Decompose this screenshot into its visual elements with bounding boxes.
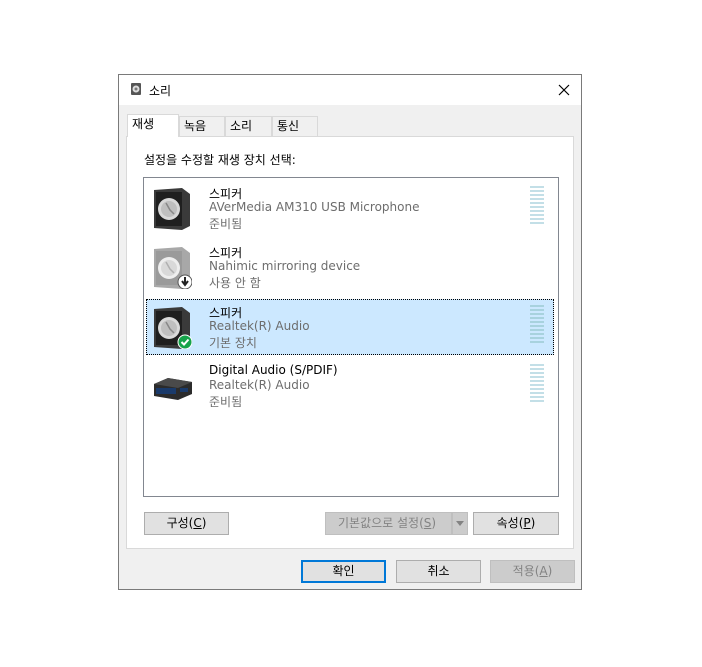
device-item[interactable]: 스피커 Nahimic mirroring device 사용 안 함: [146, 239, 554, 295]
speaker-disabled-icon: [152, 245, 193, 290]
playback-panel: 설정을 수정할 재생 장치 선택: 스피커 AVerMedia AM310 US…: [126, 136, 574, 549]
mnemonic: A: [539, 564, 548, 578]
volume-meter: [530, 186, 544, 226]
speaker-icon: [152, 305, 193, 350]
properties-button[interactable]: 속성(P): [473, 512, 559, 535]
chevron-down-icon: [456, 516, 464, 530]
configure-button[interactable]: 구성(C): [144, 512, 229, 535]
button-label-suffix: ): [431, 516, 437, 530]
device-description: Realtek(R) Audio: [209, 378, 310, 392]
mnemonic: C: [193, 516, 202, 530]
device-description: Realtek(R) Audio: [209, 319, 310, 333]
tab-label: 통신: [277, 119, 300, 133]
close-icon[interactable]: [547, 75, 581, 105]
button-label: 확인: [332, 564, 355, 578]
volume-meter: [530, 305, 544, 345]
button-label-suffix: ): [547, 564, 553, 578]
device-item-selected[interactable]: 스피커 Realtek(R) Audio 기본 장치: [146, 299, 554, 355]
tab-sounds[interactable]: 소리: [225, 116, 272, 136]
tab-label: 녹음: [184, 119, 207, 133]
set-default-dropdown[interactable]: [452, 512, 468, 535]
device-status: 기본 장치: [209, 336, 257, 350]
window-title: 소리: [149, 84, 172, 98]
tab-recording[interactable]: 녹음: [179, 116, 225, 136]
title-bar: 소리: [119, 75, 581, 105]
speaker-icon: [152, 186, 192, 230]
button-label-suffix: ): [530, 516, 536, 530]
button-label: 적용(: [512, 564, 540, 578]
set-default-button[interactable]: 기본값으로 설정(S): [325, 512, 452, 535]
volume-meter: [530, 364, 544, 404]
tab-label: 재생: [132, 117, 155, 131]
device-item[interactable]: Digital Audio (S/PDIF) Realtek(R) Audio …: [146, 358, 554, 414]
button-label: 기본값으로 설정(: [338, 516, 424, 530]
mnemonic: P: [523, 516, 531, 530]
tab-communications[interactable]: 통신: [272, 116, 318, 136]
cancel-button[interactable]: 취소: [396, 560, 481, 583]
device-description: Nahimic mirroring device: [209, 259, 361, 273]
device-description: AVerMedia AM310 USB Microphone: [209, 200, 420, 214]
device-list[interactable]: 스피커 AVerMedia AM310 USB Microphone 준비됨 스…: [143, 177, 559, 497]
button-label: 취소: [427, 564, 450, 578]
digital-audio-icon: [152, 364, 192, 408]
tab-label: 소리: [230, 119, 253, 133]
apply-button[interactable]: 적용(A): [490, 560, 575, 583]
tab-playback[interactable]: 재생: [127, 114, 179, 137]
device-status: 준비됨: [209, 217, 243, 231]
device-status: 준비됨: [209, 395, 243, 409]
ok-button[interactable]: 확인: [301, 560, 386, 583]
button-label: 속성(: [496, 516, 524, 530]
speaker-app-icon: [129, 82, 143, 96]
button-label-suffix: ): [201, 516, 207, 530]
instruction-text: 설정을 수정할 재생 장치 선택:: [144, 153, 296, 167]
device-item[interactable]: 스피커 AVerMedia AM310 USB Microphone 준비됨: [146, 180, 554, 236]
button-label: 구성(: [166, 516, 194, 530]
sound-dialog: 소리 재생 녹음 소리 통신 설정을 수정할 재생 장치 선택: 스피커 AVe…: [118, 74, 582, 590]
device-name: Digital Audio (S/PDIF): [209, 363, 338, 377]
device-status: 사용 안 함: [209, 276, 261, 290]
